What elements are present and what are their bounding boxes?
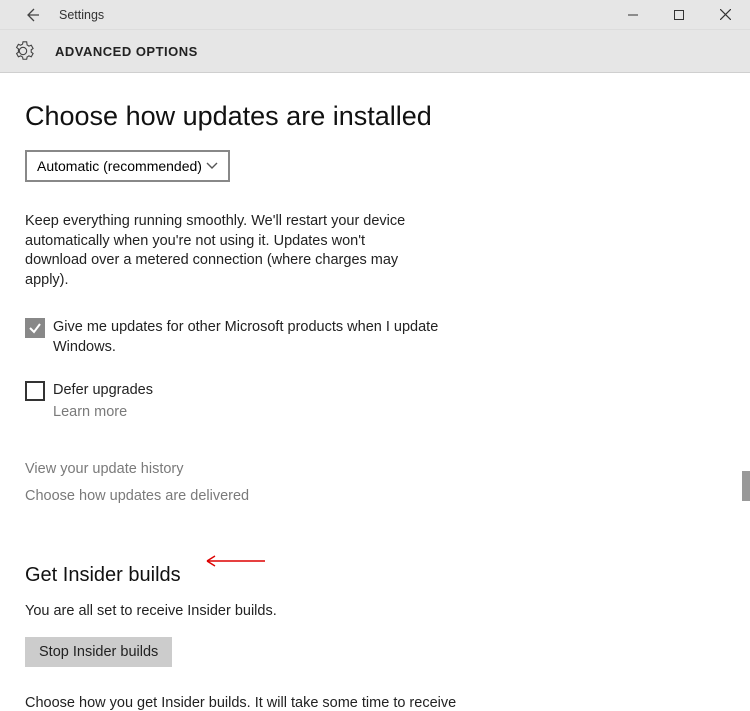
ms-products-row: Give me updates for other Microsoft prod… — [25, 318, 445, 357]
back-button[interactable] — [18, 1, 46, 29]
defer-upgrades-label: Defer upgrades — [53, 381, 153, 401]
defer-upgrades-checkbox[interactable] — [25, 381, 45, 401]
stop-insider-button[interactable]: Stop Insider builds — [25, 637, 172, 667]
close-icon — [720, 9, 731, 20]
gear-icon — [12, 40, 34, 62]
minimize-button[interactable] — [610, 1, 656, 29]
titlebar: Settings — [0, 0, 750, 30]
delivery-link[interactable]: Choose how updates are delivered — [25, 488, 750, 504]
scrollbar-thumb[interactable] — [742, 471, 750, 501]
back-icon — [24, 7, 40, 23]
insider-status: You are all set to receive Insider build… — [25, 603, 750, 619]
content-area: Choose how updates are installed Automat… — [0, 73, 750, 644]
checkmark-icon — [28, 321, 42, 335]
update-description: Keep everything running smoothly. We'll … — [25, 212, 420, 290]
minimize-icon — [628, 10, 638, 20]
learn-more-link[interactable]: Learn more — [53, 404, 153, 420]
ms-products-label: Give me updates for other Microsoft prod… — [53, 318, 445, 357]
insider-footer: Choose how you get Insider builds. It wi… — [25, 695, 750, 711]
page-title: ADVANCED OPTIONS — [55, 44, 198, 59]
dropdown-value: Automatic (recommended) — [37, 158, 202, 174]
page-header: ADVANCED OPTIONS — [0, 30, 750, 73]
insider-heading: Get Insider builds — [25, 564, 750, 587]
close-button[interactable] — [702, 1, 748, 29]
window-title: Settings — [59, 8, 610, 22]
update-history-link[interactable]: View your update history — [25, 461, 750, 477]
chevron-down-icon — [206, 162, 218, 170]
ms-products-checkbox[interactable] — [25, 318, 45, 338]
maximize-button[interactable] — [656, 1, 702, 29]
main-heading: Choose how updates are installed — [25, 101, 750, 132]
window-controls — [610, 1, 748, 29]
defer-upgrades-row: Defer upgrades Learn more — [25, 381, 445, 431]
maximize-icon — [674, 10, 684, 20]
update-mode-dropdown[interactable]: Automatic (recommended) — [25, 150, 230, 182]
